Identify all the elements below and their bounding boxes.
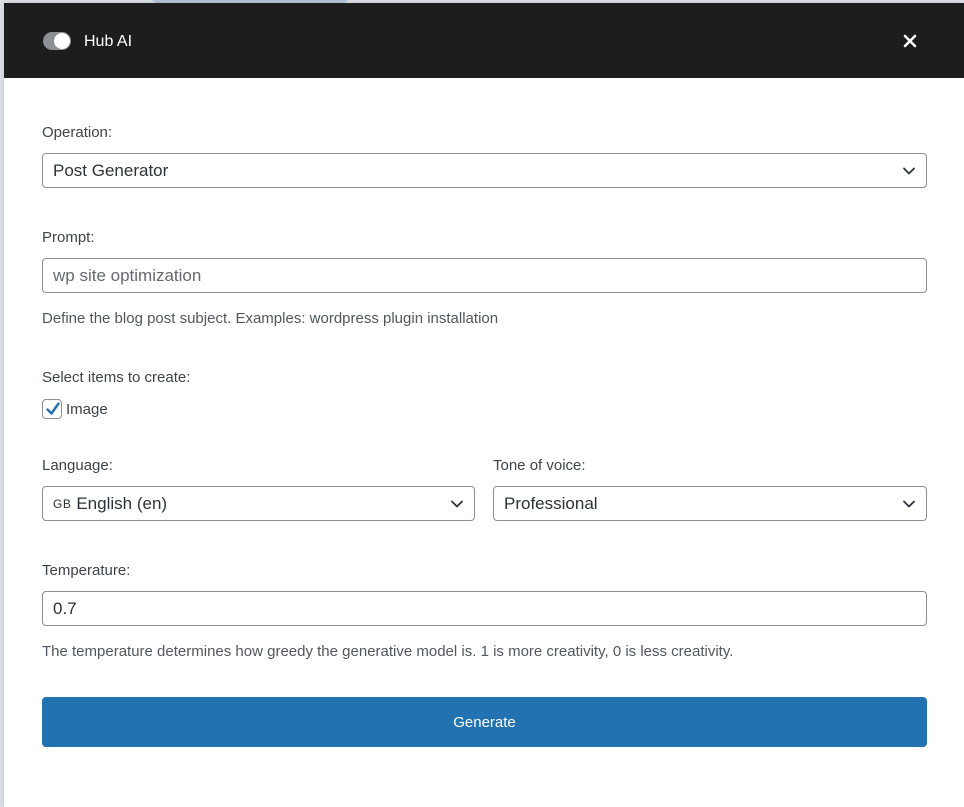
image-checkbox[interactable]	[42, 399, 62, 419]
image-checkbox-label[interactable]: Image	[66, 401, 108, 419]
language-select[interactable]: GB English (en)	[42, 486, 475, 521]
chevron-down-icon	[451, 500, 463, 508]
prompt-help-text: Define the blog post subject. Examples: …	[42, 310, 499, 327]
tone-select[interactable]: Professional	[493, 486, 927, 521]
prompt-input[interactable]: wp site optimization	[42, 258, 927, 293]
language-selected-value: English (en)	[76, 493, 168, 513]
tone-selected-value: Professional	[504, 493, 598, 513]
temperature-value: 0.7	[53, 598, 77, 618]
toggle-knob	[54, 33, 70, 49]
hub-ai-toggle[interactable]	[43, 32, 71, 50]
chevron-down-icon	[903, 167, 915, 175]
generate-button[interactable]: Generate	[42, 697, 927, 747]
temperature-label: Temperature:	[42, 562, 131, 579]
prompt-placeholder: wp site optimization	[53, 265, 202, 285]
operation-select[interactable]: Post Generator	[42, 153, 927, 188]
operation-label: Operation:	[42, 124, 113, 141]
tone-label: Tone of voice:	[493, 457, 586, 474]
language-label: Language:	[42, 457, 113, 474]
close-icon	[903, 34, 917, 48]
prompt-label: Prompt:	[42, 229, 95, 246]
temperature-input[interactable]: 0.7	[42, 591, 927, 626]
chevron-down-icon	[903, 500, 915, 508]
operation-selected-value: Post Generator	[53, 160, 169, 180]
checkmark-icon	[46, 402, 60, 415]
modal-title: Hub AI	[84, 33, 133, 50]
modal-header: Hub AI	[4, 3, 964, 78]
select-items-label: Select items to create:	[42, 369, 191, 386]
hub-ai-modal: Hub AI Operation: Post Generator Prompt:…	[4, 3, 964, 807]
temperature-help-text: The temperature determines how greedy th…	[42, 643, 734, 660]
gb-flag-icon: GB	[53, 496, 72, 511]
close-button[interactable]	[898, 29, 922, 53]
